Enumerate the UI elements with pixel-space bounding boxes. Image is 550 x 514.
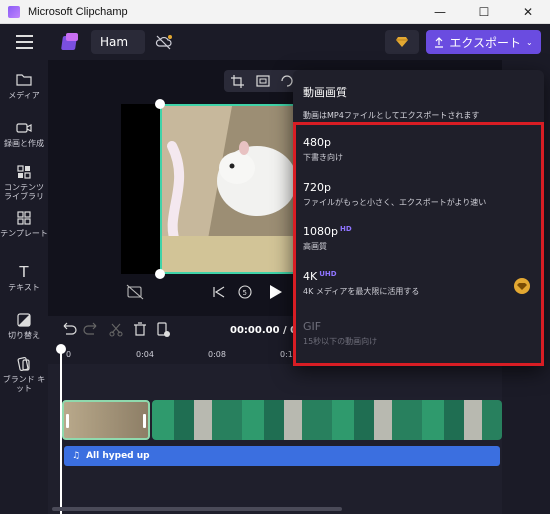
export-button-label: エクスポート: [449, 35, 521, 50]
sidebar-item-brand-kit[interactable]: ブランド キット: [0, 356, 48, 393]
add-media-icon[interactable]: [157, 322, 170, 337]
diamond-icon: [396, 37, 408, 47]
video-clip[interactable]: [152, 400, 502, 440]
editor-topbar: Ham エクスポート ⌄: [0, 24, 550, 60]
music-note-icon: ♫: [72, 451, 81, 461]
svg-text:5: 5: [243, 289, 247, 297]
sidebar-item-content-library[interactable]: コンテンツ ライブラリ: [0, 164, 48, 201]
option-1080p[interactable]: 1080p HD 高画質: [303, 225, 533, 252]
close-button[interactable]: ✕: [506, 0, 550, 24]
library-icon: [15, 164, 33, 180]
ruler-tick-label: 0:04: [136, 350, 154, 359]
hd-badge: HD: [339, 225, 352, 233]
skip-back-icon[interactable]: [213, 286, 225, 298]
transition-icon: [15, 312, 33, 328]
option-name: GIF: [303, 320, 322, 333]
project-name-field[interactable]: Ham: [91, 30, 145, 54]
sidebar-item-media[interactable]: メディア: [0, 72, 48, 100]
premium-button[interactable]: [385, 30, 419, 54]
premium-diamond-icon: [514, 278, 530, 294]
window-title: Microsoft Clipchamp: [28, 5, 128, 18]
chevron-down-icon: ⌄: [525, 37, 533, 47]
sidebar-item-label: メディア: [8, 91, 40, 100]
playhead[interactable]: [60, 348, 62, 514]
brand-kit-icon: [15, 356, 33, 372]
undo-icon[interactable]: [63, 322, 77, 335]
option-description: 下書き向け: [303, 153, 343, 162]
split-icon[interactable]: [109, 323, 123, 337]
clipchamp-app-icon: [8, 5, 20, 18]
sidebar-item-label: ブランド キット: [2, 375, 46, 393]
option-description: 15秒以下の動画向け: [303, 337, 378, 346]
window-controls: — ☐ ✕: [418, 0, 550, 24]
sidebar-item-label: テキスト: [8, 283, 40, 292]
option-description: 4K メディアを最大限に活用する: [303, 287, 420, 296]
video-camera-icon: [15, 120, 33, 136]
sidebar-item-label: 録画と作成: [4, 139, 44, 148]
option-name: 720p: [303, 181, 331, 194]
video-preview[interactable]: [160, 104, 300, 274]
minimize-button[interactable]: —: [418, 0, 462, 24]
maximize-button[interactable]: ☐: [462, 0, 506, 24]
uhd-badge: UHD: [319, 270, 337, 278]
text-icon: T: [19, 263, 29, 281]
sidebar-item-templates[interactable]: テンプレート: [0, 210, 48, 238]
sidebar: メディア 録画と作成 コンテンツ ライブラリ テンプレート T テキスト 切り替…: [0, 60, 48, 514]
preview-toolbar: [224, 70, 304, 92]
option-name: 1080p HD: [303, 225, 352, 238]
audio-clip[interactable]: ♫ All hyped up: [64, 446, 500, 466]
video-letterbox: [121, 104, 161, 274]
option-720p[interactable]: 720p ファイルがもっと小さく、エクスポートがより速い: [303, 181, 533, 208]
playback-controls: 5: [48, 280, 298, 306]
sidebar-item-text[interactable]: T テキスト: [0, 264, 48, 292]
export-quality-menu: 動画画質 動画はMP4ファイルとしてエクスポートされます 480p 下書き向け …: [293, 70, 544, 366]
play-icon[interactable]: [270, 285, 282, 299]
menu-title: 動画画質: [303, 86, 347, 99]
redo-icon[interactable]: [83, 322, 97, 335]
folder-icon: [15, 72, 33, 88]
sidebar-item-label: コンテンツ ライブラリ: [4, 183, 44, 201]
hamster-image: [162, 106, 298, 272]
delete-icon[interactable]: [134, 322, 146, 336]
resize-handle-top-left[interactable]: [155, 99, 165, 109]
video-track: [62, 400, 502, 440]
rewind-5-icon[interactable]: 5: [238, 285, 252, 299]
sidebar-item-label: テンプレート: [0, 229, 48, 238]
video-clip-selected[interactable]: [62, 400, 150, 440]
sidebar-item-transitions[interactable]: 切り替え: [0, 312, 48, 340]
audio-clip-label: All hyped up: [86, 451, 150, 461]
option-name: 4K UHD: [303, 270, 337, 283]
option-name: 480p: [303, 136, 331, 149]
fit-icon[interactable]: [256, 75, 270, 87]
option-4k[interactable]: 4K UHD 4K メディアを最大限に活用する: [303, 270, 533, 297]
clip-trim-handle-left[interactable]: [66, 414, 69, 428]
crop-icon[interactable]: [231, 75, 244, 88]
ruler-tick-label: 0: [66, 350, 72, 359]
rotate-icon[interactable]: [281, 75, 293, 87]
option-description: ファイルがもっと小さく、エクスポートがより速い: [303, 198, 487, 207]
template-grid-icon: [15, 210, 33, 226]
option-gif: GIF 15秒以下の動画向け: [303, 320, 533, 347]
cloud-off-icon[interactable]: [155, 34, 173, 50]
menu-subtitle: 動画はMP4ファイルとしてエクスポートされます: [303, 111, 480, 120]
timeline-scrollbar[interactable]: [52, 507, 342, 511]
timecode-display: 00:00.00 / 0: [230, 325, 298, 336]
window-titlebar: Microsoft Clipchamp — ☐ ✕: [0, 0, 550, 24]
clip-trim-handle-right[interactable]: [143, 414, 146, 428]
option-description: 高画質: [303, 242, 327, 251]
upload-icon: [435, 36, 444, 48]
export-button[interactable]: エクスポート ⌄: [426, 30, 541, 54]
sidebar-item-record[interactable]: 録画と作成: [0, 120, 48, 148]
sidebar-item-label: 切り替え: [8, 331, 40, 340]
ruler-tick-label: 0:08: [208, 350, 226, 359]
captions-off-icon[interactable]: [126, 284, 144, 300]
menu-icon[interactable]: [16, 35, 33, 49]
option-480p[interactable]: 480p 下書き向け: [303, 136, 533, 163]
clipchamp-logo-icon: [60, 32, 80, 52]
resize-handle-bottom-left[interactable]: [155, 269, 165, 279]
